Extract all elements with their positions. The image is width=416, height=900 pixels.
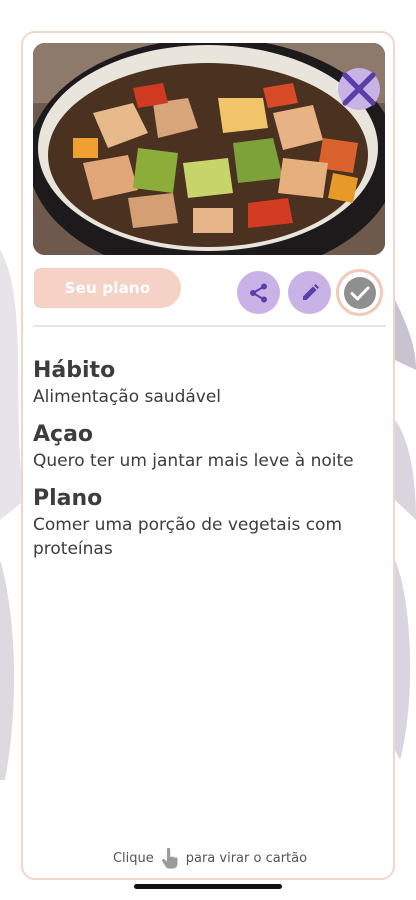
section-text: Quero ter um jantar mais leve à noite (33, 451, 354, 471)
check-icon (343, 276, 376, 309)
share-icon (249, 283, 267, 302)
home-indicator[interactable] (134, 884, 282, 889)
share-button[interactable] (237, 271, 280, 314)
habit-card[interactable]: Seu plano Hábito Alimentação saudável Aç… (21, 31, 395, 880)
plan-tab[interactable]: Seu plano (34, 268, 181, 308)
flip-hint[interactable]: Clique para virar o cartão (23, 847, 397, 869)
section-plan: Plano Comer uma porção de vegetais com p… (33, 485, 388, 561)
divider (33, 325, 386, 327)
pencil-icon (302, 283, 319, 300)
section-text: Alimentação saudável (33, 387, 222, 407)
section-action: Açao Quero ter um jantar mais leve à noi… (33, 421, 388, 473)
plan-tab-label: Seu plano (64, 279, 151, 297)
section-habit: Hábito Alimentação saudável (33, 357, 388, 409)
edit-button[interactable] (288, 271, 331, 314)
flip-hint-text-after: para virar o cartão (185, 850, 308, 866)
meal-photo (33, 43, 385, 255)
complete-button[interactable] (336, 269, 383, 316)
card-content: Hábito Alimentação saudável Açao Quero t… (33, 357, 388, 573)
section-title: Hábito (33, 358, 116, 383)
tap-hand-icon (161, 847, 178, 869)
section-title: Plano (33, 486, 103, 511)
close-icon (342, 72, 376, 106)
close-button[interactable] (338, 68, 380, 110)
section-title: Açao (33, 422, 94, 447)
section-text: Comer uma porção de vegetais com proteín… (33, 515, 343, 559)
flip-hint-text-before: Clique (112, 850, 154, 866)
